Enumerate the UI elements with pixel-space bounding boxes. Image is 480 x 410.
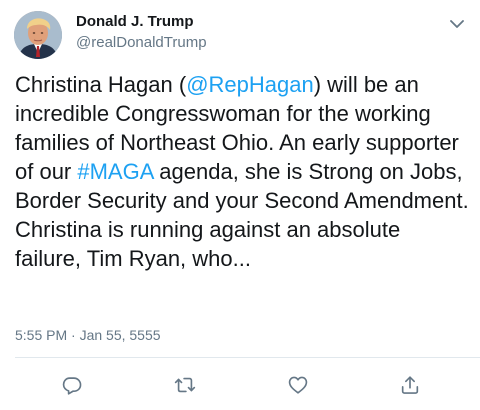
reply-icon [62,377,82,395]
tweet-author[interactable]: Donald J. Trump @realDonaldTrump [76,12,207,53]
mention-link[interactable]: @RepHagan [186,72,314,97]
author-handle[interactable]: @realDonaldTrump [76,33,207,53]
retweet-icon [174,377,196,393]
reply-button[interactable] [59,372,85,398]
tweet-card: Donald J. Trump @realDonaldTrump Christi… [0,0,480,410]
avatar[interactable] [14,11,62,59]
hashtag-link[interactable]: #MAGA [77,159,153,184]
share-icon [401,376,419,394]
tweet-timestamp[interactable]: 5:55 PM · Jan 55, 5555 [15,326,161,344]
author-display-name[interactable]: Donald J. Trump [76,12,207,32]
more-options-button[interactable] [450,16,464,28]
share-button[interactable] [397,372,423,398]
chevron-down-icon [450,20,464,28]
tweet-text: Christina Hagan (@RepHagan) will be an i… [15,70,470,273]
like-button[interactable] [285,372,311,398]
tweet-text-part: Christina Hagan ( [15,72,187,97]
tweet-actions [0,372,480,398]
heart-icon [288,376,308,394]
profile-photo-icon [14,11,62,59]
retweet-button[interactable] [172,372,198,398]
divider [15,357,480,358]
